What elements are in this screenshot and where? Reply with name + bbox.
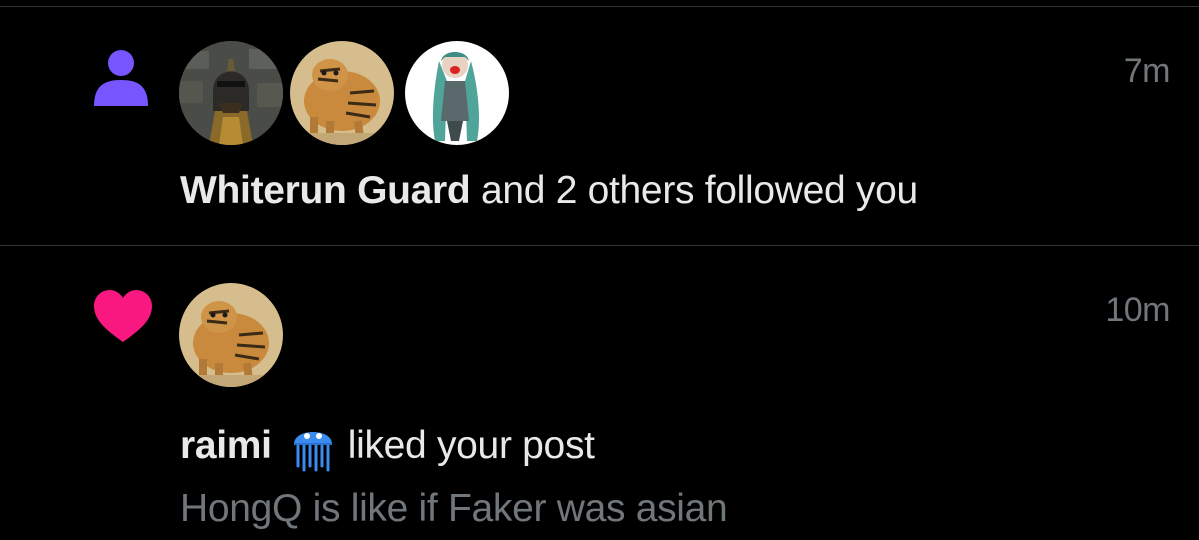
top-divider <box>0 0 1199 7</box>
actor-name-link[interactable]: raimi <box>180 424 272 468</box>
heart-icon <box>94 290 152 342</box>
notification-text: Whiterun Guard and 2 others followed you <box>180 169 918 213</box>
tiger-painting-avatar[interactable] <box>179 283 283 387</box>
tiger-painting-avatar[interactable] <box>290 41 394 145</box>
post-preview-text[interactable]: HongQ is like if Faker was asian <box>180 487 728 531</box>
actor-name-link[interactable]: Whiterun Guard <box>180 169 471 212</box>
notification-timestamp: 10m <box>1105 291 1170 329</box>
jellyfish-emoji-icon <box>293 432 332 472</box>
teal-haired-figure-avatar[interactable] <box>405 41 509 145</box>
like-notification[interactable]: 10m raimi liked your post HongQ is like … <box>0 246 1199 540</box>
notification-action-text: and 2 others followed you <box>470 169 918 212</box>
notification-action-text: liked your post <box>347 424 595 467</box>
follow-notification[interactable]: 7m Whiterun Guard and 2 others followed … <box>0 8 1199 246</box>
whiterun-guard-avatar[interactable] <box>179 41 283 145</box>
notification-text: raimi liked your post <box>180 420 595 472</box>
person-icon <box>94 50 148 106</box>
notification-timestamp: 7m <box>1123 52 1171 90</box>
